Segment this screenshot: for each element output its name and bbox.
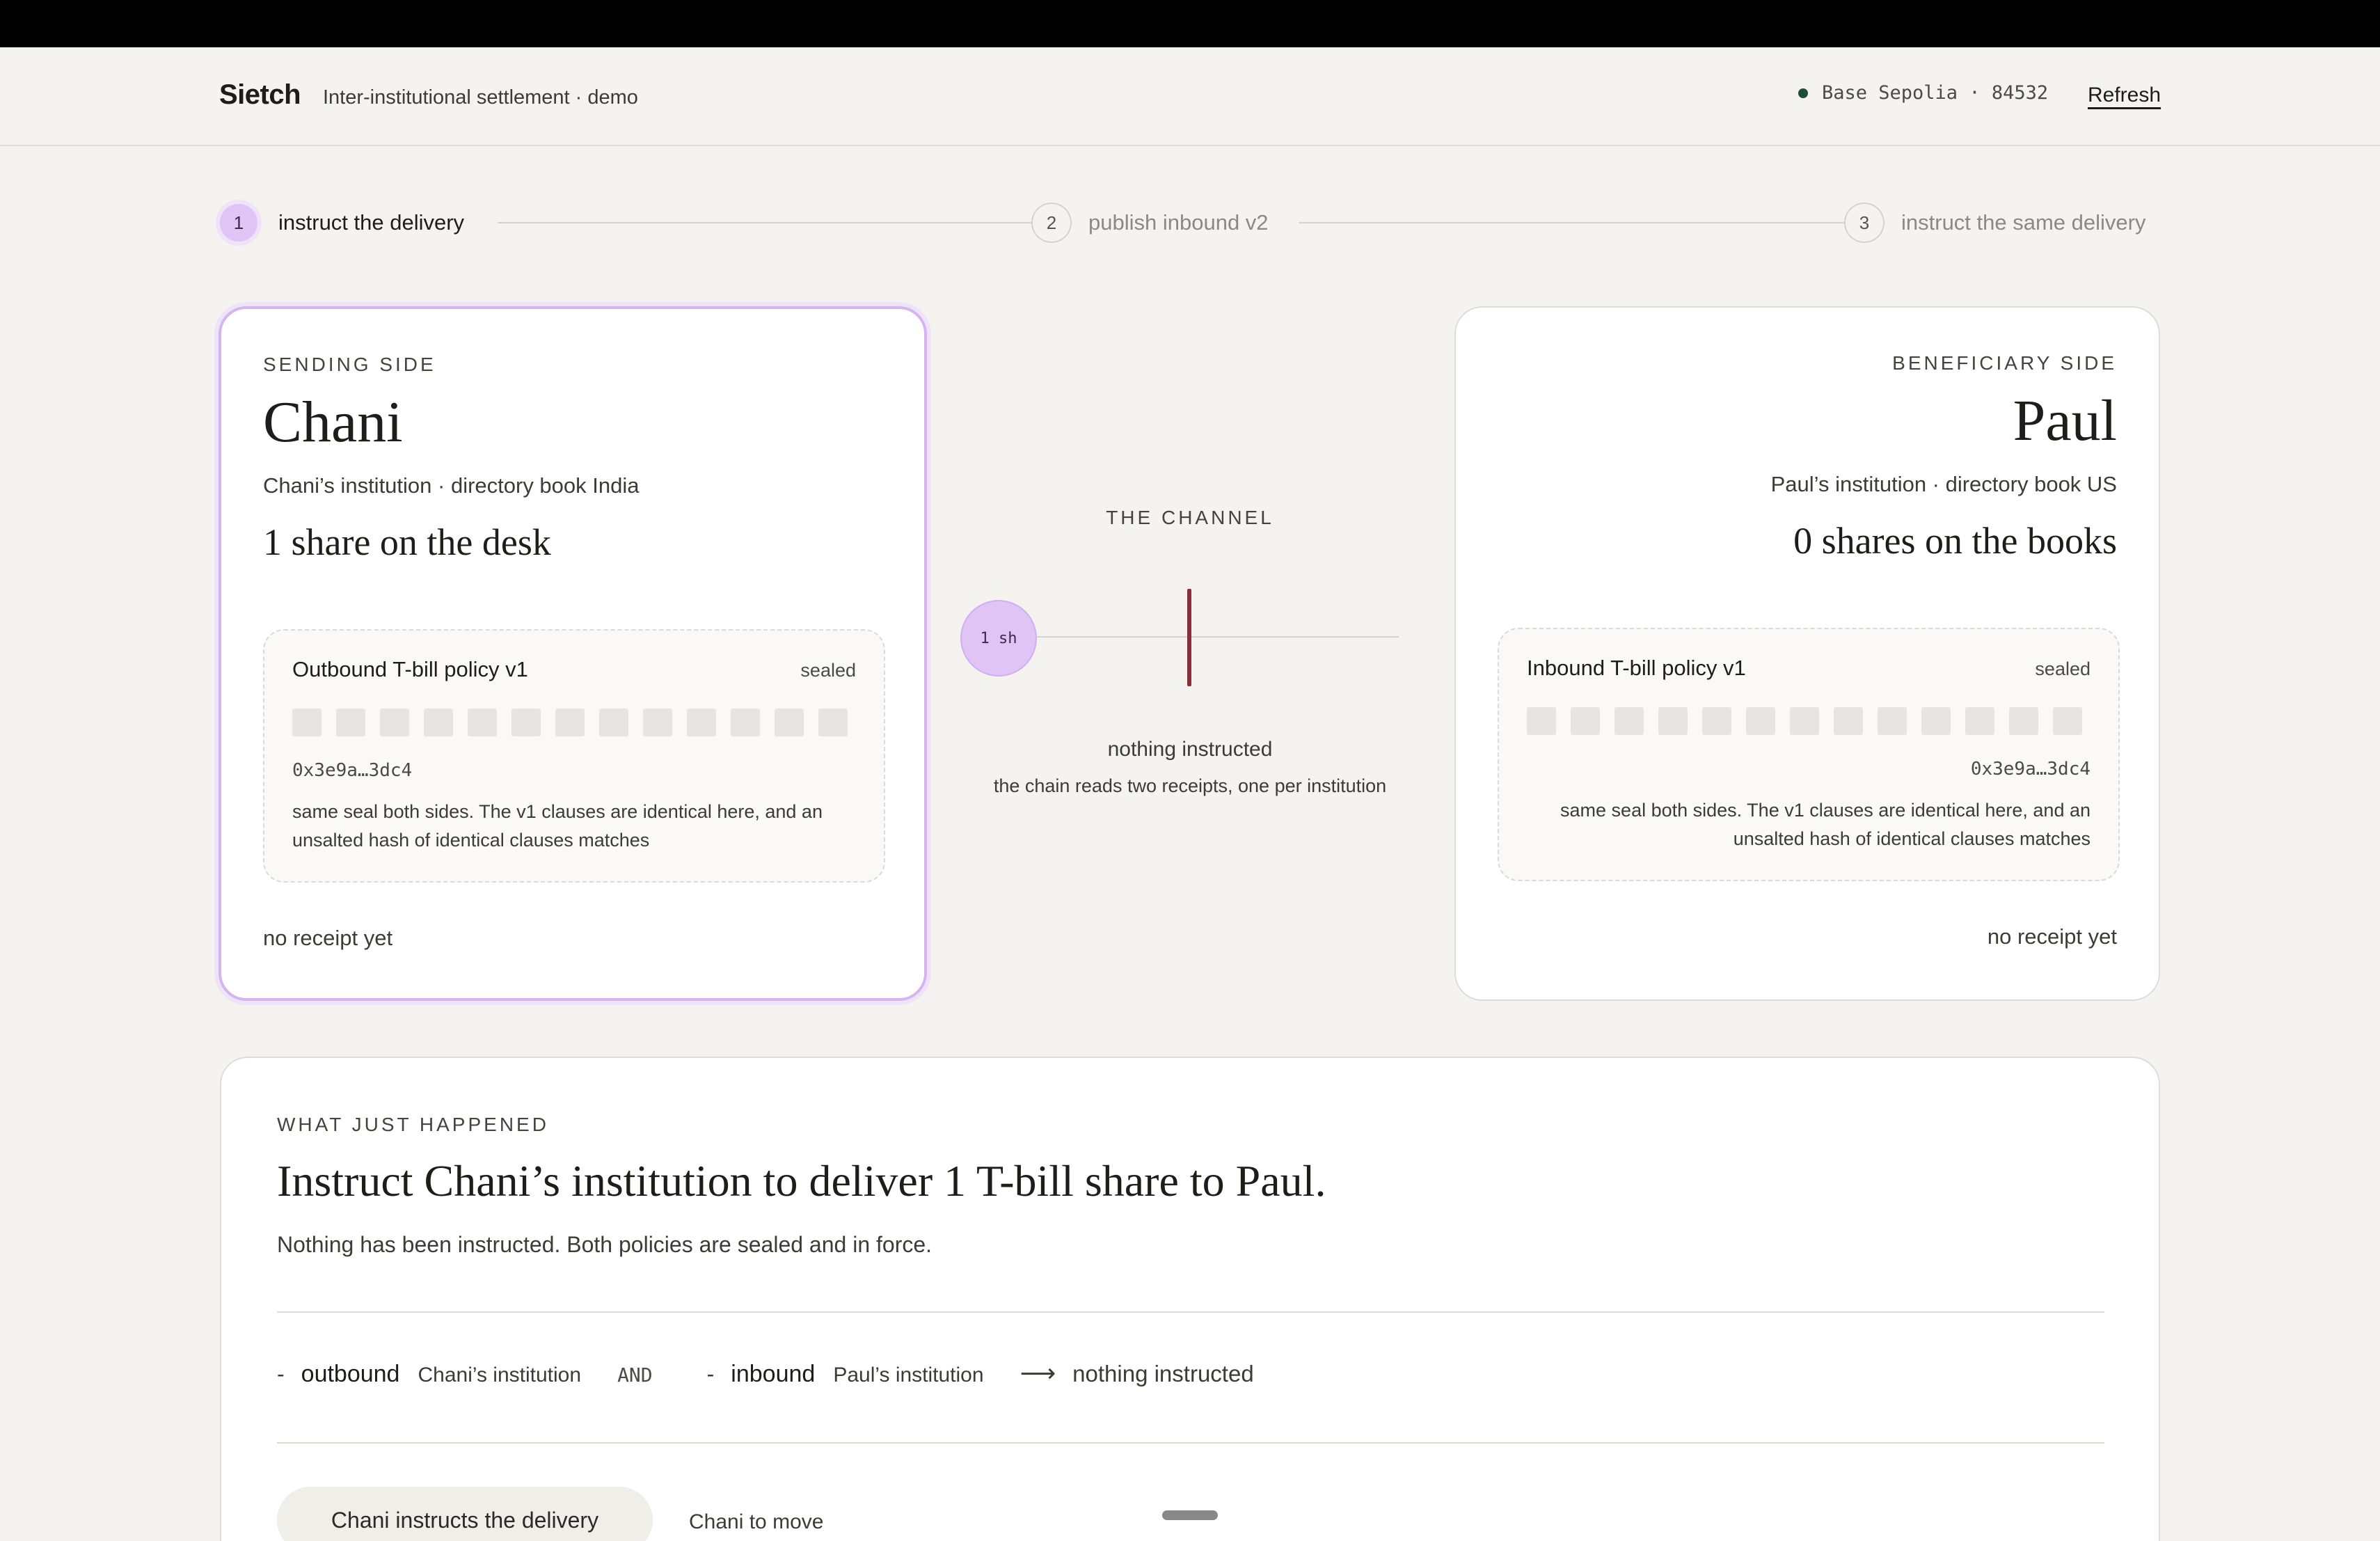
step-connector	[1299, 222, 1844, 223]
outbound-policy-box: Outbound T-bill policy v1 sealed 0x3e9a……	[263, 629, 885, 883]
beneficiary-receipt-status: no receipt yet	[1987, 924, 2117, 949]
outbound-keyword: outbound	[301, 1361, 400, 1387]
panel-headline: Instruct Chani’s institution to deliver …	[277, 1156, 1326, 1206]
panel-kicker: WHAT JUST HAPPENED	[277, 1114, 549, 1135]
channel-label: THE CHANNEL	[1106, 507, 1274, 528]
beneficiary-institution: Paul’s institution · directory book US	[1770, 472, 2117, 496]
channel-subtext: the chain reads two receipts, one per in…	[993, 775, 1387, 796]
app-header: Sietch Inter-institutional settlement · …	[0, 47, 2380, 146]
top-black-bar	[0, 0, 2380, 47]
step-number: 1	[216, 200, 262, 246]
network-label: Base Sepolia · 84532	[1822, 82, 2049, 104]
policy-hash: 0x3e9a…3dc4	[292, 760, 413, 781]
what-just-happened-panel: WHAT JUST HAPPENED Instruct Chani’s inst…	[220, 1057, 2160, 1541]
sending-side-card: SENDING SIDE Chani Chani’s institution ·…	[219, 306, 927, 1001]
policy-note: same seal both sides. The v1 clauses are…	[292, 801, 823, 851]
side-label: BENEFICIARY SIDE	[1892, 352, 2117, 374]
policy-status: sealed	[800, 660, 856, 681]
formula-result: nothing instructed	[1072, 1361, 1254, 1386]
outbound-institution: Chani’s institution	[418, 1364, 582, 1386]
inbound-status-dash: -	[706, 1361, 715, 1386]
policy-hash: 0x3e9a…3dc4	[1970, 759, 2091, 780]
sealed-clauses-blocks	[1527, 707, 2082, 735]
channel-line	[995, 636, 1399, 638]
brand-name[interactable]: Sietch	[219, 79, 301, 111]
and-operator: AND	[617, 1364, 653, 1386]
step-2[interactable]: 2 publish inbound v2	[1031, 197, 1269, 248]
step-number: 3	[1844, 203, 1885, 243]
policy-note: same seal both sides. The v1 clauses are…	[1560, 800, 2091, 849]
sender-holdings: 1 share on the desk	[263, 521, 551, 563]
network-status-dot-icon	[1798, 88, 1808, 98]
divider	[277, 1442, 2104, 1444]
step-number: 2	[1031, 203, 1072, 243]
step-label: instruct the same delivery	[1901, 210, 2146, 235]
arrow-right-icon: ⟶	[1020, 1359, 1056, 1387]
step-label: publish inbound v2	[1088, 210, 1269, 235]
sender-name: Chani	[263, 390, 403, 455]
network-indicator: Base Sepolia · 84532	[1798, 82, 2048, 104]
policy-title: Inbound T-bill policy v1	[1527, 656, 1746, 680]
sender-receipt-status: no receipt yet	[263, 926, 393, 950]
outbound-status-dash: -	[277, 1361, 285, 1386]
channel-status: nothing instructed	[1107, 738, 1273, 761]
sealed-clauses-blocks	[292, 709, 848, 736]
beneficiary-holdings: 0 shares on the books	[1793, 520, 2117, 562]
share-token: 1 sh	[960, 600, 1037, 677]
step-connector	[498, 222, 1032, 223]
side-label: SENDING SIDE	[263, 354, 436, 375]
beneficiary-side-card: BENEFICIARY SIDE Paul Paul’s institution…	[1454, 306, 2160, 1001]
inbound-institution: Paul’s institution	[833, 1364, 984, 1386]
inbound-policy-box: Inbound T-bill policy v1 sealed 0x3e9a…3…	[1498, 628, 2120, 881]
stepper: 1 instruct the delivery 2 publish inboun…	[216, 197, 2164, 248]
refresh-button[interactable]: Refresh	[2088, 84, 2161, 107]
panel-description: Nothing has been instructed. Both polici…	[277, 1232, 933, 1257]
inbound-keyword: inbound	[731, 1361, 816, 1387]
tagline: Inter-institutional settlement · demo	[323, 86, 638, 109]
scroll-handle[interactable]	[1162, 1510, 1218, 1520]
step-1[interactable]: 1 instruct the delivery	[216, 197, 464, 248]
step-label: instruct the delivery	[278, 210, 465, 235]
sender-institution: Chani’s institution · directory book Ind…	[263, 473, 640, 498]
policy-title: Outbound T-bill policy v1	[292, 657, 528, 681]
channel-barrier	[1187, 589, 1191, 686]
beneficiary-name: Paul	[2013, 388, 2117, 453]
divider	[277, 1311, 2104, 1313]
settlement-formula: - outbound Chani’s institution AND - inb…	[277, 1359, 1254, 1388]
policy-status: sealed	[2035, 658, 2091, 679]
turn-indicator: Chani to move	[689, 1510, 824, 1533]
step-3[interactable]: 3 instruct the same delivery	[1844, 197, 2145, 248]
instruct-delivery-button[interactable]: Chani instructs the delivery	[277, 1487, 653, 1541]
